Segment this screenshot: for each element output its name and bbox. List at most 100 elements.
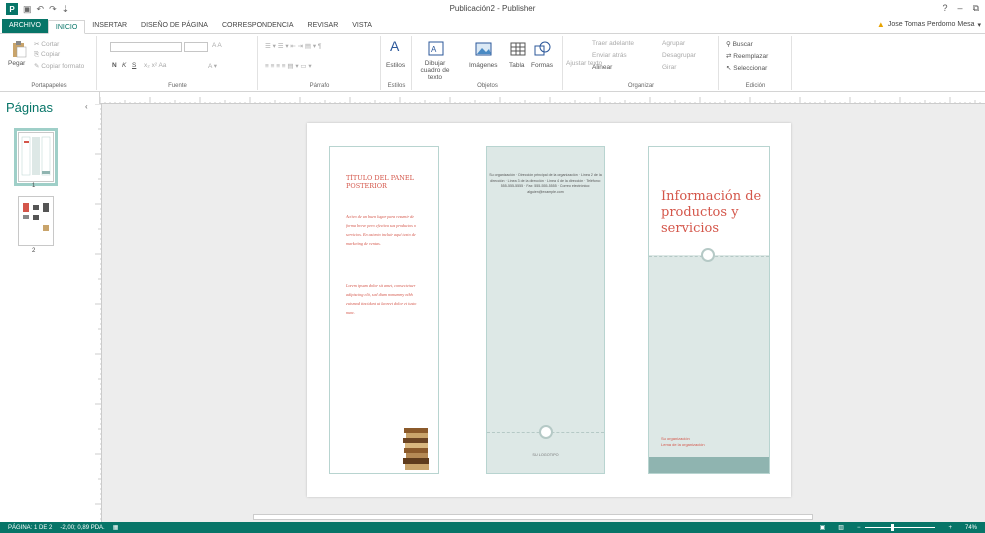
align-button[interactable]: Alinear	[592, 64, 612, 71]
footer-bar	[649, 457, 769, 473]
cut-button[interactable]: ✂ Cortar	[34, 40, 59, 48]
circle-ornament	[539, 425, 553, 439]
styles-button[interactable]: Estilos	[386, 62, 405, 69]
styles-icon: A	[390, 38, 400, 54]
format-painter-button[interactable]: ✎ Copiar formato	[34, 62, 84, 70]
page-thumbnail-2[interactable]	[18, 196, 54, 246]
panel-back[interactable]: TÍTULO DEL PANEL POSTERIOR Activo de un …	[329, 146, 439, 474]
select-button[interactable]: ↖ Seleccionar	[726, 64, 767, 72]
copy-button[interactable]: ⎘ Copiar	[34, 51, 60, 59]
tab-archivo[interactable]: ARCHIVO	[2, 19, 48, 33]
organization-footer[interactable]: Su organización Lema de la organización	[661, 436, 705, 448]
front-panel-heading[interactable]: Información de productos y servicios	[661, 189, 767, 237]
title-bar: P ▣ ↶ ↷ ⇣ Publicación2 - Publisher ? – ⧉	[0, 0, 985, 18]
paste-button[interactable]: Pegar	[8, 60, 25, 67]
minimize-icon[interactable]: –	[958, 3, 963, 14]
tab-insertar[interactable]: INSERTAR	[85, 19, 134, 33]
page-status[interactable]: PÁGINA: 1 DE 2	[8, 525, 52, 531]
organization-slogan: Lema de la organización	[661, 442, 705, 447]
warning-icon: ▲	[876, 20, 885, 29]
tab-inicio[interactable]: INICIO	[47, 20, 86, 34]
bring-forward-button[interactable]: Traer adelante	[592, 40, 634, 47]
group-fuente: A A N K S x₂ x² Aa A ▾ Fuente	[98, 36, 258, 90]
group-parrafo: ☰ ▾ ☰ ▾ ⇤ ⇥ ▤ ▾ ¶ ≡ ≡ ≡ ≡ ▤ ▾ ▭ ▾ Párraf…	[259, 36, 381, 90]
page-thumbnail-1[interactable]	[14, 128, 58, 186]
font-controls[interactable]: x₂ x² Aa	[144, 62, 166, 69]
restore-icon[interactable]: ⧉	[973, 3, 979, 14]
table-icon	[510, 42, 526, 56]
back-panel-body-2[interactable]: Lorem ipsum dolor sit amet, consectetuer…	[346, 281, 418, 317]
zoom-slider-knob[interactable]	[891, 524, 895, 531]
collapse-pane-icon[interactable]: ‹	[85, 102, 88, 111]
group-label: Estilos	[387, 83, 406, 89]
zoom-level[interactable]: 74%	[965, 525, 977, 531]
status-bar: PÁGINA: 1 DE 2 -2,00; 0,89 PDA. ▦ ▣ ▥ − …	[0, 522, 985, 533]
group-organizar: Ajustar texto Traer adelante Enviar atrá…	[564, 36, 719, 90]
publication-page[interactable]: TÍTULO DEL PANEL POSTERIOR Activo de un …	[307, 123, 791, 497]
svg-text:A: A	[431, 45, 437, 54]
pages-pane: Páginas ‹ 1 2	[0, 92, 100, 522]
shapes-icon	[534, 41, 551, 56]
tab-correspondencia[interactable]: CORRESPONDENCIA	[215, 19, 301, 33]
user-account[interactable]: ▲ Jose Tomas Perdomo Mesa ▾	[877, 20, 981, 29]
logo-placeholder[interactable]: SU LOGOTIPO	[487, 453, 604, 457]
table-button[interactable]: Tabla	[509, 62, 525, 69]
help-icon[interactable]: ?	[943, 3, 948, 14]
chevron-down-icon: ▾	[977, 21, 981, 29]
paste-icon[interactable]	[10, 40, 28, 58]
panel-contact[interactable]: Su organización · Dirección principal de…	[486, 146, 605, 474]
user-name: Jose Tomas Perdomo Mesa	[887, 21, 975, 28]
rotate-button[interactable]: Girar	[662, 64, 676, 71]
shapes-button[interactable]: Formas	[531, 62, 553, 69]
group-label: Organizar	[627, 83, 655, 89]
document-canvas[interactable]: TÍTULO DEL PANEL POSTERIOR Activo de un …	[103, 104, 979, 512]
zoom-out-icon[interactable]: −	[857, 525, 861, 531]
group-button[interactable]: Agrupar	[662, 40, 685, 47]
panel-front[interactable]: Información de productos y servicios Su …	[648, 146, 770, 474]
replace-button[interactable]: ⇄ Reemplazar	[726, 52, 768, 60]
cursor-position: -2,00; 0,89 PDA.	[60, 524, 105, 531]
back-panel-title[interactable]: TÍTULO DEL PANEL POSTERIOR	[346, 174, 416, 190]
contact-info[interactable]: Su organización · Dirección principal de…	[487, 173, 604, 195]
page-number: 1	[32, 183, 36, 189]
images-button[interactable]: Imágenes	[469, 62, 498, 69]
group-label: Fuente	[168, 83, 187, 89]
ungroup-button[interactable]: Desagrupar	[662, 52, 696, 59]
books-image[interactable]	[400, 424, 432, 472]
teal-block	[649, 255, 769, 458]
send-backward-button[interactable]: Enviar atrás	[592, 52, 627, 59]
underline-button[interactable]: S	[132, 62, 136, 69]
align-icon[interactable]: ≡ ≡ ≡ ≡ ▤ ▾ ▭ ▾	[265, 62, 312, 70]
grow-shrink-font-button[interactable]: A A	[212, 42, 222, 49]
draw-textbox-button[interactable]: Dibujar cuadro de texto	[415, 60, 455, 81]
tab-diseno-pagina[interactable]: DISEÑO DE PÁGINA	[134, 19, 215, 33]
group-label: Párrafo	[309, 83, 330, 89]
copy-icon: ⎘	[34, 51, 42, 58]
ribbon-tabs: ARCHIVO INICIO INSERTAR DISEÑO DE PÁGINA…	[0, 18, 985, 34]
back-panel-body[interactable]: Activo de un buen lugar para resumir de …	[346, 212, 418, 248]
pages-pane-title: Páginas	[6, 100, 53, 115]
horizontal-ruler	[100, 92, 985, 104]
font-size-combo[interactable]	[184, 42, 208, 52]
font-name-combo[interactable]	[110, 42, 182, 52]
find-button[interactable]: ⚲ Buscar	[726, 40, 753, 48]
zoom-in-icon[interactable]: +	[948, 525, 952, 531]
single-page-view-icon[interactable]: ▣	[820, 524, 826, 531]
two-page-view-icon[interactable]: ▥	[838, 524, 844, 531]
group-estilos: A Estilos Estilos	[382, 36, 412, 90]
tab-revisar[interactable]: REVISAR	[301, 19, 346, 33]
binoculars-icon: ⚲	[726, 41, 733, 48]
ribbon: Pegar ✂ Cortar ⎘ Copiar ✎ Copiar formato…	[0, 34, 985, 92]
bold-button[interactable]: N	[112, 62, 117, 69]
bullets-icon[interactable]: ☰ ▾ ☰ ▾ ⇤ ⇥ ▤ ▾ ¶	[265, 42, 321, 50]
circle-ornament	[701, 248, 715, 262]
tab-vista[interactable]: VISTA	[345, 19, 379, 33]
scrollbar-thumb[interactable]	[253, 514, 813, 520]
italic-button[interactable]: K	[122, 62, 126, 69]
font-color-button[interactable]: A ▾	[208, 62, 217, 70]
zoom-slider[interactable]	[865, 524, 936, 531]
horizontal-scrollbar[interactable]	[103, 512, 979, 522]
group-edicion: ⚲ Buscar ⇄ Reemplazar ↖ Seleccionar Edic…	[720, 36, 792, 90]
group-objetos: A Dibujar cuadro de texto Imágenes Tabla…	[413, 36, 563, 90]
layout-icon[interactable]: ▦	[113, 524, 119, 531]
